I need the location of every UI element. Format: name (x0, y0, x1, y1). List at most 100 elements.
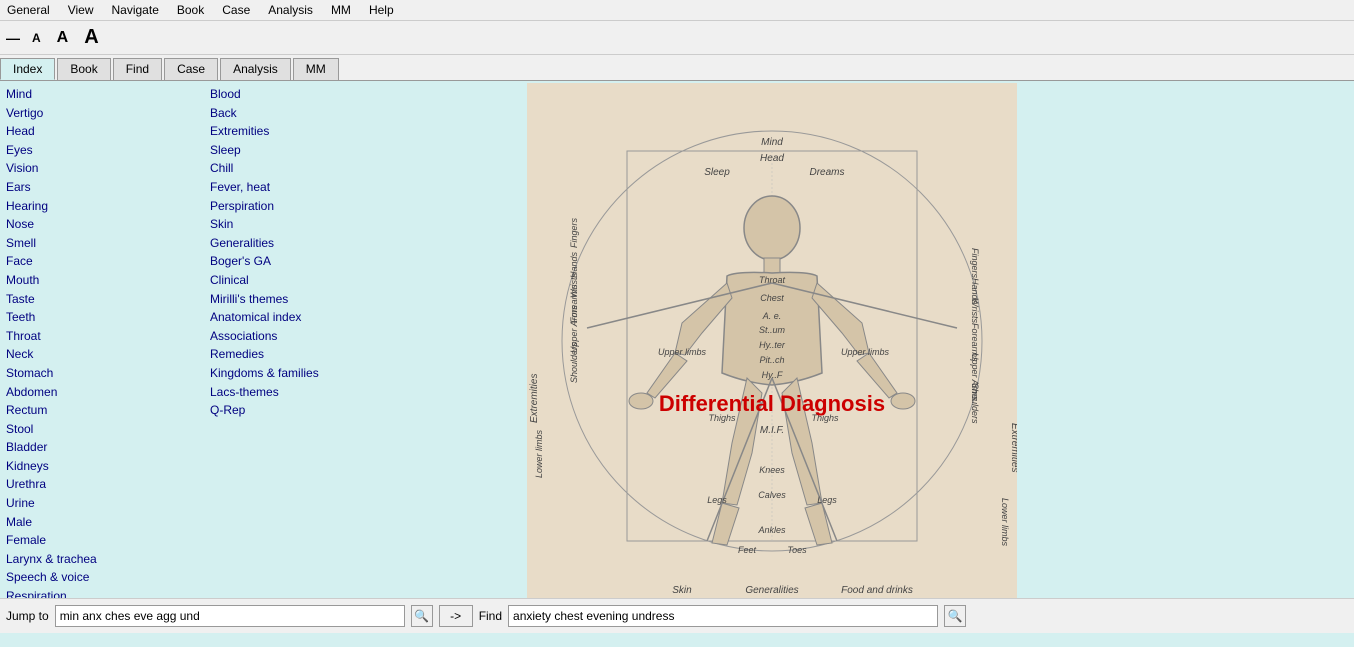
nav-item[interactable]: Back (210, 104, 414, 123)
center-panel: Mind Head Sleep Dreams Throat Chest A. e… (420, 81, 1124, 598)
nav-item[interactable]: Bladder (6, 438, 210, 457)
nav-item[interactable]: Stool (6, 420, 210, 439)
nav-item[interactable]: Remedies (210, 345, 414, 364)
svg-text:Generalities: Generalities (745, 585, 798, 596)
font-small[interactable]: A (28, 29, 45, 47)
svg-text:Shoulders: Shoulders (970, 383, 980, 424)
font-large[interactable]: A (80, 24, 102, 51)
nav-item[interactable]: Face (6, 252, 210, 271)
menu-navigate[interactable]: Navigate (109, 2, 162, 18)
nav-item[interactable]: Larynx & trachea (6, 550, 210, 569)
nav-item[interactable]: Kingdoms & families (210, 364, 414, 383)
nav-col2: BloodBackExtremitiesSleepChillFever, hea… (210, 85, 414, 598)
svg-text:Throat: Throat (759, 275, 786, 285)
jump-label: Jump to (6, 609, 49, 623)
nav-item[interactable]: Mirilli's themes (210, 290, 414, 309)
svg-text:Shoulders: Shoulders (569, 342, 579, 383)
nav-item[interactable]: Taste (6, 290, 210, 309)
font-medium[interactable]: A (53, 27, 73, 49)
nav-item[interactable]: Mouth (6, 271, 210, 290)
nav-item[interactable]: Blood (210, 85, 414, 104)
bottombar: Jump to 🔍 -> Find 🔍 (0, 598, 1354, 633)
nav-item[interactable]: Teeth (6, 308, 210, 327)
find-input[interactable] (508, 605, 938, 627)
svg-text:Calves: Calves (758, 490, 786, 500)
nav-item[interactable]: Perspiration (210, 197, 414, 216)
nav-item[interactable]: Respiration (6, 587, 210, 598)
menu-mm[interactable]: MM (328, 2, 354, 18)
nav-item[interactable]: Eyes (6, 141, 210, 160)
nav-item[interactable]: Clinical (210, 271, 414, 290)
nav-item[interactable]: Mind (6, 85, 210, 104)
nav-item[interactable]: Sleep (210, 141, 414, 160)
nav-item[interactable]: Q-Rep (210, 401, 414, 420)
svg-text:Fingers: Fingers (569, 217, 579, 248)
nav-item[interactable]: Hearing (6, 197, 210, 216)
svg-text:Head: Head (760, 153, 784, 164)
svg-text:Food and drinks: Food and drinks (841, 585, 913, 596)
nav-item[interactable]: Speech & voice (6, 568, 210, 587)
svg-text:Toes: Toes (787, 545, 807, 555)
nav-item[interactable]: Vertigo (6, 104, 210, 123)
nav-item[interactable]: Chill (210, 159, 414, 178)
menu-help[interactable]: Help (366, 2, 397, 18)
nav-item[interactable]: Smell (6, 234, 210, 253)
nav-item[interactable]: Stomach (6, 364, 210, 383)
tab-book[interactable]: Book (57, 58, 110, 80)
nav-item[interactable]: Anatomical index (210, 308, 414, 327)
nav-item[interactable]: Extremities (210, 122, 414, 141)
nav-item[interactable]: Lacs-themes (210, 383, 414, 402)
tab-find[interactable]: Find (113, 58, 162, 80)
tab-case[interactable]: Case (164, 58, 218, 80)
tab-mm[interactable]: MM (293, 58, 339, 80)
nav-item[interactable]: Female (6, 531, 210, 550)
svg-text:Extremities: Extremities (1009, 423, 1017, 472)
svg-text:Fingers: Fingers (970, 248, 980, 279)
find-search-button[interactable]: 🔍 (944, 605, 966, 627)
svg-text:Knees: Knees (759, 465, 785, 475)
fontbar: — A A A (0, 21, 1354, 55)
nav-item[interactable]: Rectum (6, 401, 210, 420)
nav-item[interactable]: Nose (6, 215, 210, 234)
svg-text:Ankles: Ankles (757, 525, 786, 535)
menu-general[interactable]: General (4, 2, 53, 18)
nav-item[interactable]: Neck (6, 345, 210, 364)
nav-item[interactable]: Ears (6, 178, 210, 197)
nav-item[interactable]: Male (6, 513, 210, 532)
nav-item[interactable]: Head (6, 122, 210, 141)
nav-item[interactable]: Kidneys (6, 457, 210, 476)
tab-index[interactable]: Index (0, 58, 55, 80)
arrow-button[interactable]: -> (439, 605, 473, 627)
nav-item[interactable]: Fever, heat (210, 178, 414, 197)
jump-search-button[interactable]: 🔍 (411, 605, 433, 627)
nav-item[interactable]: Throat (6, 327, 210, 346)
menu-book[interactable]: Book (174, 2, 207, 18)
nav-item[interactable]: Urine (6, 494, 210, 513)
nav-col1: MindVertigoHeadEyesVisionEarsHearingNose… (6, 85, 210, 598)
svg-text:Hy..F: Hy..F (762, 370, 783, 380)
jump-input[interactable] (55, 605, 405, 627)
svg-text:Lower limbs: Lower limbs (534, 429, 544, 478)
tab-analysis[interactable]: Analysis (220, 58, 291, 80)
svg-text:St..um: St..um (759, 325, 786, 335)
tabs: Index Book Find Case Analysis MM (0, 55, 1354, 81)
svg-text:Skin: Skin (672, 585, 692, 596)
menu-analysis[interactable]: Analysis (265, 2, 316, 18)
svg-text:Mind: Mind (761, 137, 783, 148)
nav-item[interactable]: Boger's GA (210, 252, 414, 271)
nav-item[interactable]: Abdomen (6, 383, 210, 402)
svg-text:A. e.: A. e. (762, 311, 782, 321)
nav-item[interactable]: Skin (210, 215, 414, 234)
menu-case[interactable]: Case (219, 2, 253, 18)
nav-item[interactable]: Urethra (6, 475, 210, 494)
nav-item[interactable]: Vision (6, 159, 210, 178)
menu-view[interactable]: View (65, 2, 97, 18)
find-label: Find (479, 609, 502, 623)
svg-text:Extremities: Extremities (529, 374, 540, 423)
body-map[interactable]: Mind Head Sleep Dreams Throat Chest A. e… (527, 83, 1017, 598)
svg-text:Chest: Chest (760, 293, 784, 303)
nav-columns: MindVertigoHeadEyesVisionEarsHearingNose… (6, 85, 414, 598)
right-panel (1124, 81, 1354, 598)
nav-item[interactable]: Generalities (210, 234, 414, 253)
nav-item[interactable]: Associations (210, 327, 414, 346)
